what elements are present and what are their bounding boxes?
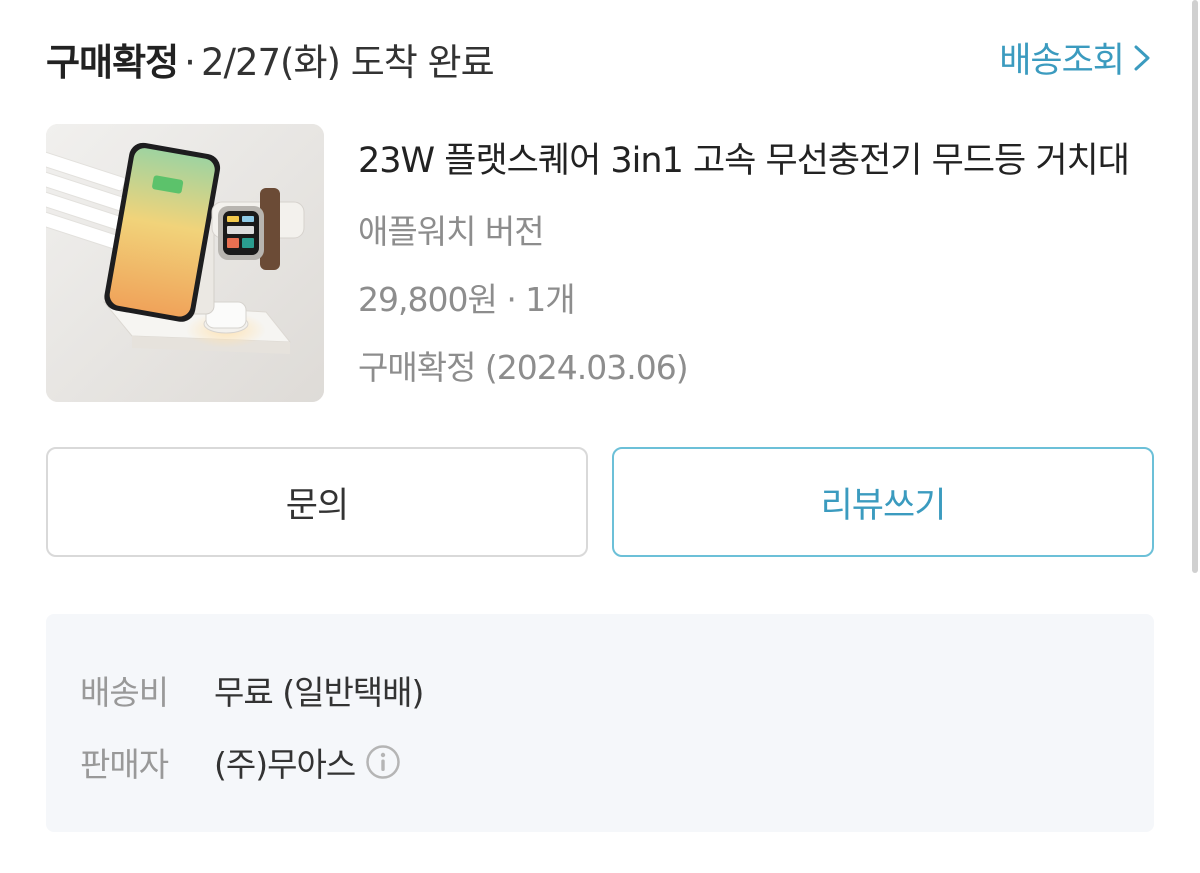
scrollbar[interactable] (1192, 0, 1198, 573)
product-image (46, 124, 324, 402)
chevron-right-icon (1134, 45, 1150, 70)
info-icon[interactable] (365, 744, 401, 780)
action-buttons: 문의 리뷰쓰기 (46, 447, 1154, 557)
delivery-status: 2/27(화) 도착 완료 (200, 41, 495, 84)
purchase-confirm-date: 구매확정 (2024.03.06) (358, 348, 689, 387)
product-info: 23W 플랫스퀘어 3in1 고속 무선충전기 무드등 거치대 애플워치 버전 … (358, 124, 1154, 389)
product-card[interactable]: 23W 플랫스퀘어 3in1 고속 무선충전기 무드등 거치대 애플워치 버전 … (46, 124, 1154, 404)
product-thumbnail[interactable] (46, 124, 324, 402)
seller-row: 판매자 (주)무아스 (80, 738, 401, 786)
write-review-button[interactable]: 리뷰쓰기 (612, 447, 1154, 557)
order-status-line: 구매확정 · 2/27(화) 도착 완료 (46, 32, 495, 86)
purchase-confirmed-label: 구매확정 (46, 41, 179, 84)
seller-value: (주)무아스 (214, 745, 356, 784)
shipping-fee-row: 배송비 무료 (일반택배) (80, 666, 424, 714)
product-price-quantity: 29,800원 · 1개 (358, 280, 576, 319)
shipping-fee-value: 무료 (일반택배) (214, 673, 424, 712)
order-header: 구매확정 · 2/27(화) 도착 완료 배송조회 (46, 28, 1154, 84)
status-separator: · (184, 41, 196, 84)
shipping-fee-label: 배송비 (80, 673, 169, 712)
track-delivery-label: 배송조회 (999, 41, 1125, 81)
seller-label: 판매자 (80, 745, 169, 784)
order-detail-box: 배송비 무료 (일반택배) 판매자 (주)무아스 (46, 614, 1154, 832)
track-delivery-link[interactable]: 배송조회 (999, 32, 1154, 83)
product-title[interactable]: 23W 플랫스퀘어 3in1 고속 무선충전기 무드등 거치대 (358, 132, 1154, 183)
inquiry-button[interactable]: 문의 (46, 447, 588, 557)
product-option: 애플워치 버전 (358, 212, 545, 251)
